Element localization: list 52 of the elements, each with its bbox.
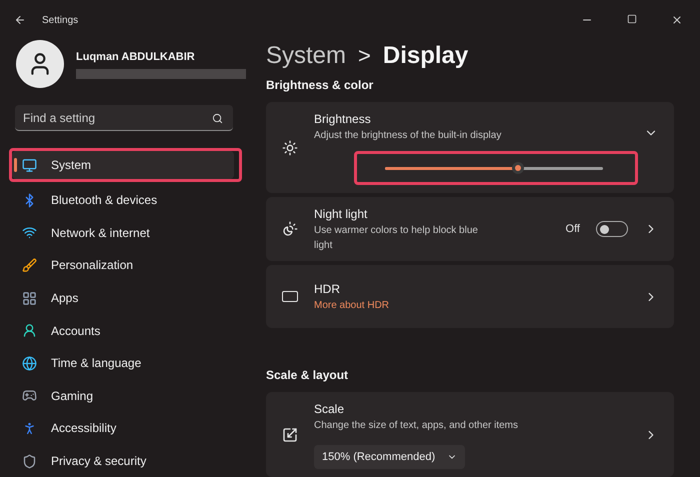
wifi-icon: [22, 225, 37, 240]
sun-icon: [282, 140, 298, 156]
accessibility-icon: [22, 420, 37, 436]
search-field[interactable]: Find a setting: [15, 105, 233, 131]
back-icon[interactable]: [14, 14, 26, 26]
toggle-state: Off: [566, 222, 580, 237]
sidebar-item[interactable]: Apps: [12, 284, 245, 312]
card-description: Adjust the brightness of the built-in display: [314, 129, 502, 143]
night-light-toggle[interactable]: [596, 221, 628, 237]
maximize-icon[interactable]: [627, 14, 637, 24]
section-heading: Scale & layout: [266, 367, 350, 384]
sidebar-item[interactable]: Accessibility: [12, 414, 245, 442]
setting-card[interactable]: Night light Use warmer colors to help block blue light Off: [266, 197, 674, 261]
user-name: Luqman ABDULKABIR: [76, 50, 196, 65]
sidebar-item[interactable]: Personalization: [12, 251, 245, 280]
sidebar-item[interactable]: System: [12, 151, 234, 179]
window-title: Settings: [42, 14, 78, 28]
brightness-slider[interactable]: [385, 162, 603, 174]
night-light-icon: [282, 221, 298, 237]
monitor-icon: [22, 158, 37, 172]
scale-icon: [282, 426, 298, 442]
card-description: Use warmer colors to help block blue light: [314, 224, 479, 253]
hdr-icon: [282, 291, 298, 302]
card-title: HDR: [314, 281, 341, 298]
sidebar-item[interactable]: Bluetooth & devices: [12, 186, 245, 214]
section-heading: Brightness & color: [266, 77, 374, 94]
setting-card[interactable]: Scale Change the size of text, apps, and other items 150% (Recommended): [266, 392, 674, 477]
sidebar-item[interactable]: Network & internet: [12, 218, 245, 247]
sidebar-item[interactable]: Accounts: [12, 316, 245, 345]
apps-grid-icon: [22, 290, 37, 306]
card-title: Brightness: [314, 111, 372, 128]
sidebar-item[interactable]: Gaming: [12, 382, 245, 410]
globe-icon: [22, 356, 37, 371]
page-title: Display: [382, 40, 468, 70]
slider-thumb[interactable]: [512, 162, 524, 174]
breadcrumb-separator: >: [358, 42, 371, 70]
card-description: Change the size of text, apps, and other items: [314, 419, 520, 433]
setting-card[interactable]: Brightness Adjust the brightness of the built-in display: [266, 102, 674, 193]
sidebar-item[interactable]: Time & language: [12, 349, 245, 378]
breadcrumb-parent[interactable]: System: [266, 38, 346, 74]
shield-icon: [22, 454, 37, 469]
brush-icon: [22, 258, 37, 273]
gamepad-icon: [22, 388, 37, 404]
card-title: Night light: [314, 206, 368, 223]
person-icon: [22, 323, 37, 338]
scale-dropdown[interactable]: 150% (Recommended): [314, 445, 466, 469]
sidebar-item[interactable]: Privacy & security: [12, 447, 245, 476]
hdr-link[interactable]: More about HDR: [314, 298, 628, 313]
card-title: Scale: [314, 401, 346, 418]
close-icon[interactable]: [671, 14, 683, 26]
setting-card[interactable]: HDR More about HDR: [266, 265, 674, 328]
search-icon: [212, 112, 223, 124]
